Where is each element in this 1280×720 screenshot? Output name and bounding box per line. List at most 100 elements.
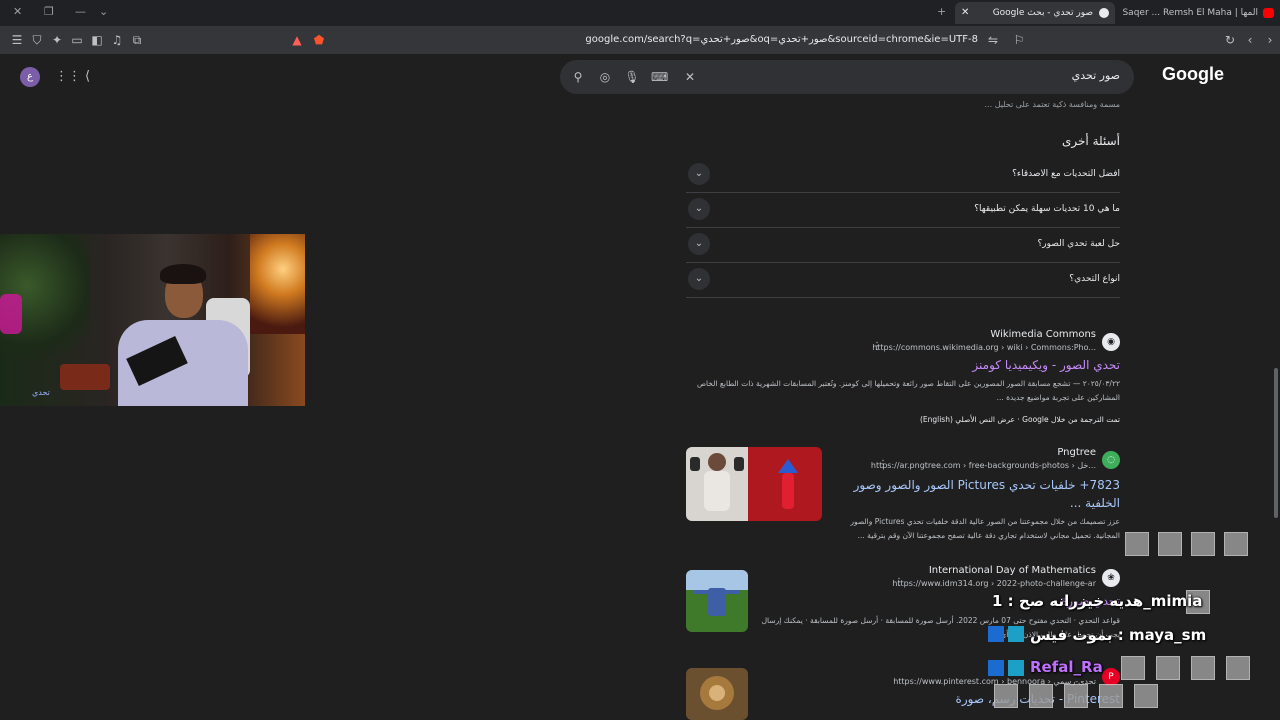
translation-note[interactable]: تمت الترجمة من خلال Google · عرض النص ال… bbox=[920, 413, 1120, 427]
lens-icon[interactable]: ◎ bbox=[597, 69, 613, 85]
youtube-favicon-icon bbox=[1263, 8, 1274, 18]
result-breadcrumb[interactable]: https://ar.pngtree.com › free-background… bbox=[871, 461, 1096, 470]
paa-question[interactable]: انواع التحدي؟ ⌄ bbox=[686, 263, 1120, 298]
emote-icon bbox=[1099, 684, 1123, 708]
google-favicon-icon bbox=[1099, 8, 1109, 18]
paa-question-text: ما هي 10 تحديات سهلة يمكن تطبيقها؟ bbox=[974, 204, 1120, 214]
forward-icon[interactable]: › bbox=[1262, 32, 1278, 48]
thumbnail-image-right bbox=[748, 447, 822, 521]
search-input[interactable]: صور تحدي bbox=[1072, 69, 1120, 82]
result-title-link[interactable]: تحدي الصور - ويكيميديا كومنز bbox=[972, 358, 1120, 372]
emote-icon bbox=[994, 684, 1018, 708]
result-snippet: عزز تصميمك من خلال مجموعتنا من الصور عال… bbox=[850, 517, 1120, 526]
close-window-icon[interactable]: ✕ bbox=[13, 5, 22, 18]
puzzle-icon[interactable]: ⧉ bbox=[129, 32, 145, 48]
paa-question-text: انواع التحدي؟ bbox=[1069, 274, 1120, 284]
chevron-down-icon[interactable]: ⌄ bbox=[688, 233, 710, 255]
emote-icon bbox=[1224, 532, 1248, 556]
more-options-icon[interactable]: ⋮ bbox=[872, 341, 882, 352]
back-icon[interactable]: ‹ bbox=[1242, 32, 1258, 48]
result-breadcrumb[interactable]: https://commons.wikimedia.org › wiki › C… bbox=[872, 343, 1096, 352]
result-thumbnail[interactable] bbox=[686, 570, 748, 632]
avatar[interactable]: ع bbox=[20, 67, 40, 87]
idm-favicon-icon: ❀ bbox=[1102, 569, 1120, 587]
result-snippet: ٢٠٢٥/٠٣/٢٢ — تشجع مسابقة الصور المصورين … bbox=[696, 379, 1120, 388]
emote-icon bbox=[1191, 532, 1215, 556]
emote-icon bbox=[1121, 656, 1145, 680]
tabs-icon[interactable]: ▭ bbox=[69, 32, 85, 48]
tab-song[interactable]: Rabeh Saqer ... Remsh El Maha | المها bbox=[1120, 2, 1278, 24]
google-logo[interactable]: Google bbox=[1162, 64, 1224, 85]
emote-icon bbox=[1191, 656, 1215, 680]
result-site-name[interactable]: Pngtree bbox=[1057, 447, 1096, 458]
paa-title: أسئلة أخرى bbox=[1062, 134, 1120, 148]
paa-question-text: افضل التحديات مع الاصدقاء؟ bbox=[1012, 169, 1120, 179]
address-bar[interactable]: google.com/search?q=صور+تحدي&oq=صور+تحدي… bbox=[286, 30, 1032, 50]
chevron-down-icon[interactable]: ⌄ bbox=[688, 268, 710, 290]
shield-icon[interactable]: ⛉ bbox=[29, 32, 45, 48]
search-result: ◉ Wikimedia Commons https://commons.wiki… bbox=[686, 328, 1120, 428]
keyboard-icon[interactable]: ⌨ bbox=[651, 69, 668, 85]
badge-icon bbox=[988, 626, 1004, 642]
search-box[interactable]: ⚲ ◎ 🎙 ⌨ ✕ صور تحدي bbox=[560, 60, 1134, 94]
result-snippet: المجانية. تحميل مجاني لاستخدام تجاري دقة… bbox=[857, 531, 1120, 540]
paa-question[interactable]: حل لعبة تحدي الصور؟ ⌄ bbox=[686, 228, 1120, 263]
badge-icon bbox=[988, 660, 1004, 676]
paa-question[interactable]: ما هي 10 تحديات سهلة يمكن تطبيقها؟ ⌄ bbox=[686, 193, 1120, 228]
paa-question-text: حل لعبة تحدي الصور؟ bbox=[1037, 239, 1121, 249]
badge-icon bbox=[1008, 626, 1024, 642]
badge-icon bbox=[1008, 660, 1024, 676]
webcam-overlay: تحدي bbox=[0, 234, 305, 406]
tab-title: Rabeh Saqer ... Remsh El Maha | المها bbox=[1120, 8, 1258, 18]
top-snippet: مسمة ومنافسة ذكية تعتمد على تحليل ... bbox=[984, 100, 1120, 109]
result-title-link[interactable]: 7823+ خلفيات تحدي Pictures الصور والصور … bbox=[830, 476, 1120, 512]
result-breadcrumb[interactable]: https://www.idm314.org › 2022-photo-chal… bbox=[892, 579, 1096, 588]
tab-google-search[interactable]: ✕ Google صور تحدي - بحث bbox=[955, 2, 1115, 24]
emote-icon bbox=[1125, 532, 1149, 556]
result-thumbnail[interactable] bbox=[686, 668, 748, 720]
result-site-name[interactable]: International Day of Mathematics bbox=[929, 565, 1096, 576]
close-tab-icon[interactable]: ✕ bbox=[961, 2, 969, 24]
chat-message-1: هديه خيزرانه صح : 1_mimia bbox=[992, 592, 1203, 610]
result-site-name[interactable]: Wikimedia Commons bbox=[990, 329, 1096, 340]
page-scrollbar[interactable] bbox=[1272, 100, 1280, 720]
new-tab-icon[interactable]: + bbox=[937, 5, 946, 18]
tab-list-chevron-icon[interactable]: ⌄ bbox=[99, 5, 108, 18]
reload-icon[interactable]: ↻ bbox=[1222, 32, 1238, 48]
person-hair bbox=[160, 264, 206, 284]
chevron-down-icon[interactable]: ⌄ bbox=[688, 163, 710, 185]
pngtree-favicon-icon: ◌ bbox=[1102, 451, 1120, 469]
emote-icon bbox=[1156, 656, 1180, 680]
share-icon[interactable]: ⟨ bbox=[85, 69, 90, 84]
emote-icon bbox=[1158, 532, 1182, 556]
wikimedia-favicon-icon: ◉ bbox=[1102, 333, 1120, 351]
music-icon[interactable]: ♫ bbox=[109, 32, 125, 48]
emote-icon bbox=[1029, 684, 1053, 708]
desk-object bbox=[60, 364, 110, 390]
apps-grid-icon[interactable]: ⋮⋮ bbox=[55, 69, 81, 84]
chevron-down-icon[interactable]: ⌄ bbox=[688, 198, 710, 220]
tab-title: Google صور تحدي - بحث bbox=[992, 8, 1093, 18]
thumbnail-image-left bbox=[686, 447, 748, 521]
more-options-icon[interactable]: ⋮ bbox=[878, 459, 888, 470]
lamp-shape bbox=[250, 234, 305, 334]
restore-window-icon[interactable]: ❐ bbox=[44, 5, 54, 18]
scrollbar-thumb[interactable] bbox=[1274, 368, 1278, 518]
more-options-icon[interactable]: ⋮ bbox=[894, 577, 904, 588]
search-result: ◌ Pngtree https://ar.pngtree.com › free-… bbox=[686, 446, 1120, 546]
extensions-icon[interactable]: ✦ bbox=[49, 32, 65, 48]
menu-icon[interactable]: ☰ bbox=[9, 32, 25, 48]
chat-message-2: بموت فيس : maya_sm bbox=[1030, 626, 1207, 644]
mic-icon[interactable]: 🎙 bbox=[624, 69, 640, 85]
emote-icon bbox=[1064, 684, 1088, 708]
paa-question[interactable]: افضل التحديات مع الاصدقاء؟ ⌄ bbox=[686, 158, 1120, 193]
emote-icon bbox=[1226, 656, 1250, 680]
chat-username: Refal_Ra bbox=[1030, 658, 1103, 676]
result-snippet: المشاركين على تجربة مواضيع جديدة ... bbox=[996, 393, 1120, 402]
magenta-light bbox=[0, 294, 22, 334]
clear-icon[interactable]: ✕ bbox=[682, 69, 698, 85]
result-thumbnail[interactable] bbox=[686, 447, 822, 521]
sidebar-icon[interactable]: ◧ bbox=[89, 32, 105, 48]
search-icon[interactable]: ⚲ bbox=[570, 69, 586, 85]
minimize-window-icon[interactable]: — bbox=[75, 5, 86, 18]
